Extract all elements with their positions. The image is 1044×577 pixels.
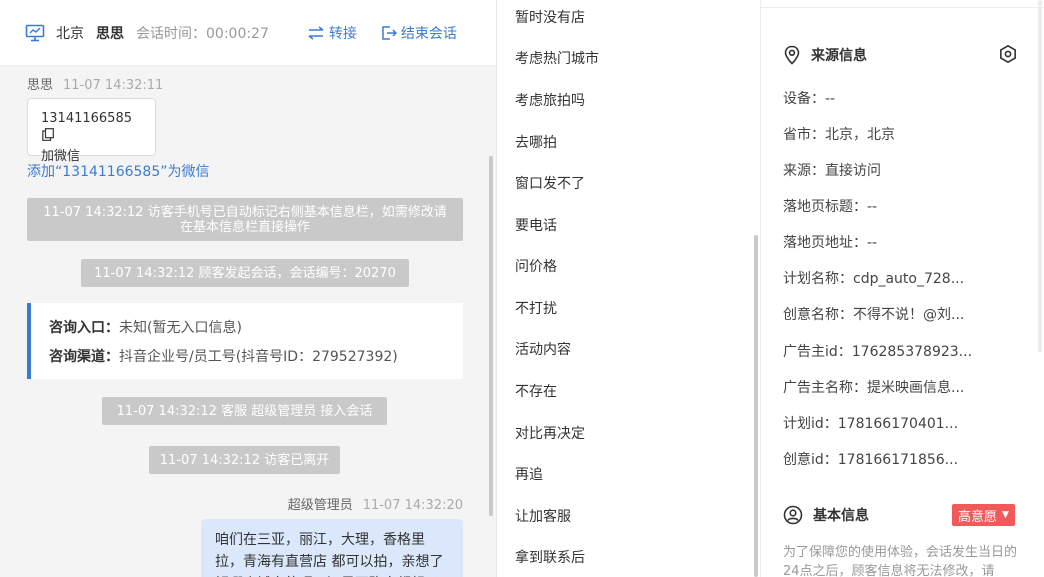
customer-name: 思思 — [27, 78, 54, 93]
quick-reply-item[interactable]: 暂时没有店 — [515, 7, 585, 27]
system-message: 11-07 14:32:12 客服 超级管理员 接入会话 — [102, 397, 387, 425]
quick-reply-item[interactable]: 对比再决定 — [515, 423, 585, 443]
customer-message-time: 11-07 14:32:11 — [63, 78, 164, 93]
source-info-header: 来源信息 — [783, 45, 867, 65]
agent-name: 超级管理员 — [287, 498, 353, 513]
quick-reply-scrollbar[interactable] — [754, 235, 758, 577]
info-scrollbar[interactable] — [1038, 0, 1042, 352]
source-info-row: 来源：直接访问 — [783, 163, 881, 179]
end-session-button[interactable]: 结束会话 — [381, 23, 457, 43]
settings-icon[interactable] — [998, 44, 1018, 68]
exit-icon — [382, 25, 397, 40]
basic-info-header: 基本信息 — [783, 505, 869, 525]
phone-number: 13141166585 — [41, 111, 132, 126]
agent-message-time: 11-07 14:32:20 — [362, 498, 463, 513]
consult-channel-row: 咨询渠道：抖音企业号/员工号(抖音号ID：279527392) — [49, 343, 463, 372]
intent-level-label: 高意愿 — [958, 509, 998, 525]
message-list: 思思 11-07 14:32:11 13141166585 加微信 添加“1314… — [0, 66, 496, 577]
agent-sender-line: 超级管理员 11-07 14:32:20 — [288, 494, 463, 513]
source-info-row: 落地页标题：-- — [783, 199, 878, 215]
end-session-label: 结束会话 — [400, 25, 457, 42]
user-circle-icon — [783, 505, 803, 525]
source-info-row: 广告主名称：提米映画信息... — [783, 380, 965, 396]
quick-reply-item[interactable]: 窗口发不了 — [515, 173, 585, 193]
quick-reply-item[interactable]: 让加客服 — [515, 506, 571, 526]
visitor-name: 思思 — [96, 25, 124, 42]
quick-reply-item[interactable]: 活动内容 — [515, 339, 571, 359]
quick-reply-item[interactable]: 不打扰 — [515, 298, 557, 318]
customer-sender-line: 思思 11-07 14:32:11 — [27, 74, 163, 93]
info-panel: 来源信息 设备：-- 省市：北京，北京 来源：直接访问 落地页标题：-- 落地页… — [761, 0, 1044, 577]
quick-reply-item[interactable]: 考虑旅拍吗 — [515, 90, 585, 110]
add-wechat-link[interactable]: 添加“13141166585”为微信 — [27, 161, 210, 181]
basic-info-note: 为了保障您的使用体验，会话发生当日的24点之后，顾客信息将无法修改，请 — [783, 545, 1018, 577]
source-info-row: 计划id：178166170401... — [783, 416, 959, 432]
transfer-button[interactable]: 转接 — [307, 23, 357, 43]
source-info-row: 计划名称：cdp_auto_728... — [783, 271, 965, 287]
quick-reply-item[interactable]: 不存在 — [515, 381, 557, 401]
location-pin-icon — [784, 45, 800, 65]
copy-icon[interactable] — [42, 128, 54, 147]
intent-level-dropdown[interactable]: 高意愿 ▼ — [952, 504, 1015, 526]
agent-message-bubble: 咱们在三亚，丽江，大理，香格里拉，青海有直营店 都可以拍，亲想了解哪个城市的呢？… — [201, 519, 463, 577]
chat-header: 北京 思思 会话时间：00:00:27 转接 结束会话 — [0, 0, 496, 66]
source-info-row: 创意id：178166171856... — [783, 452, 959, 468]
chat-panel: 北京 思思 会话时间：00:00:27 转接 结束会话 思思 11-07 14:3… — [0, 0, 497, 577]
visitor-city: 北京 — [56, 25, 84, 42]
chat-scrollbar[interactable] — [489, 156, 493, 516]
basic-info-title: 基本信息 — [813, 508, 869, 524]
consult-entry-row: 咨询入口：未知(暂无入口信息) — [49, 314, 463, 343]
source-info-title: 来源信息 — [811, 48, 867, 64]
transfer-icon — [308, 25, 324, 40]
source-info-row: 设备：-- — [783, 91, 836, 107]
source-info-row: 创意名称：不得不说！@刘... — [783, 307, 965, 323]
phone-card: 13141166585 加微信 — [27, 98, 156, 164]
monitor-icon — [25, 24, 45, 42]
system-message: 11-07 14:32:12 访客手机号已自动标记右侧基本信息栏，如需修改请在基… — [27, 198, 463, 241]
caret-down-icon: ▼ — [1002, 510, 1009, 520]
system-message: 11-07 14:32:12 顾客发起会话，会话编号：20270 — [81, 259, 409, 287]
consult-entry-label: 咨询入口： — [49, 320, 119, 336]
session-time: 会话时间：00:00:27 — [136, 25, 269, 42]
quick-reply-item[interactable]: 去哪拍 — [515, 132, 557, 152]
source-info-row: 落地页地址：-- — [783, 235, 878, 251]
divider — [761, 7, 1044, 8]
transfer-label: 转接 — [328, 25, 357, 42]
quick-reply-item[interactable]: 再追 — [515, 464, 543, 484]
quick-reply-item[interactable]: 拿到联系后 — [515, 547, 585, 567]
quick-reply-panel: 暂时没有店 考虑热门城市 考虑旅拍吗 去哪拍 窗口发不了 要电话 问价格 不打扰… — [497, 0, 761, 577]
consult-channel-value: 抖音企业号/员工号(抖音号ID：279527392) — [119, 349, 398, 365]
source-info-row: 广告主id：176285378923... — [783, 344, 973, 360]
consult-entry-value: 未知(暂无入口信息) — [119, 320, 242, 336]
source-info-row: 省市：北京，北京 — [783, 127, 895, 143]
quick-reply-item[interactable]: 要电话 — [515, 215, 557, 235]
quick-reply-item[interactable]: 问价格 — [515, 256, 557, 276]
quick-reply-item[interactable]: 考虑热门城市 — [515, 48, 599, 68]
consult-channel-label: 咨询渠道： — [49, 349, 119, 365]
system-message: 11-07 14:32:12 访客已离开 — [149, 446, 340, 474]
consult-info-card: 咨询入口：未知(暂无入口信息) 咨询渠道：抖音企业号/员工号(抖音号ID：279… — [27, 303, 463, 379]
